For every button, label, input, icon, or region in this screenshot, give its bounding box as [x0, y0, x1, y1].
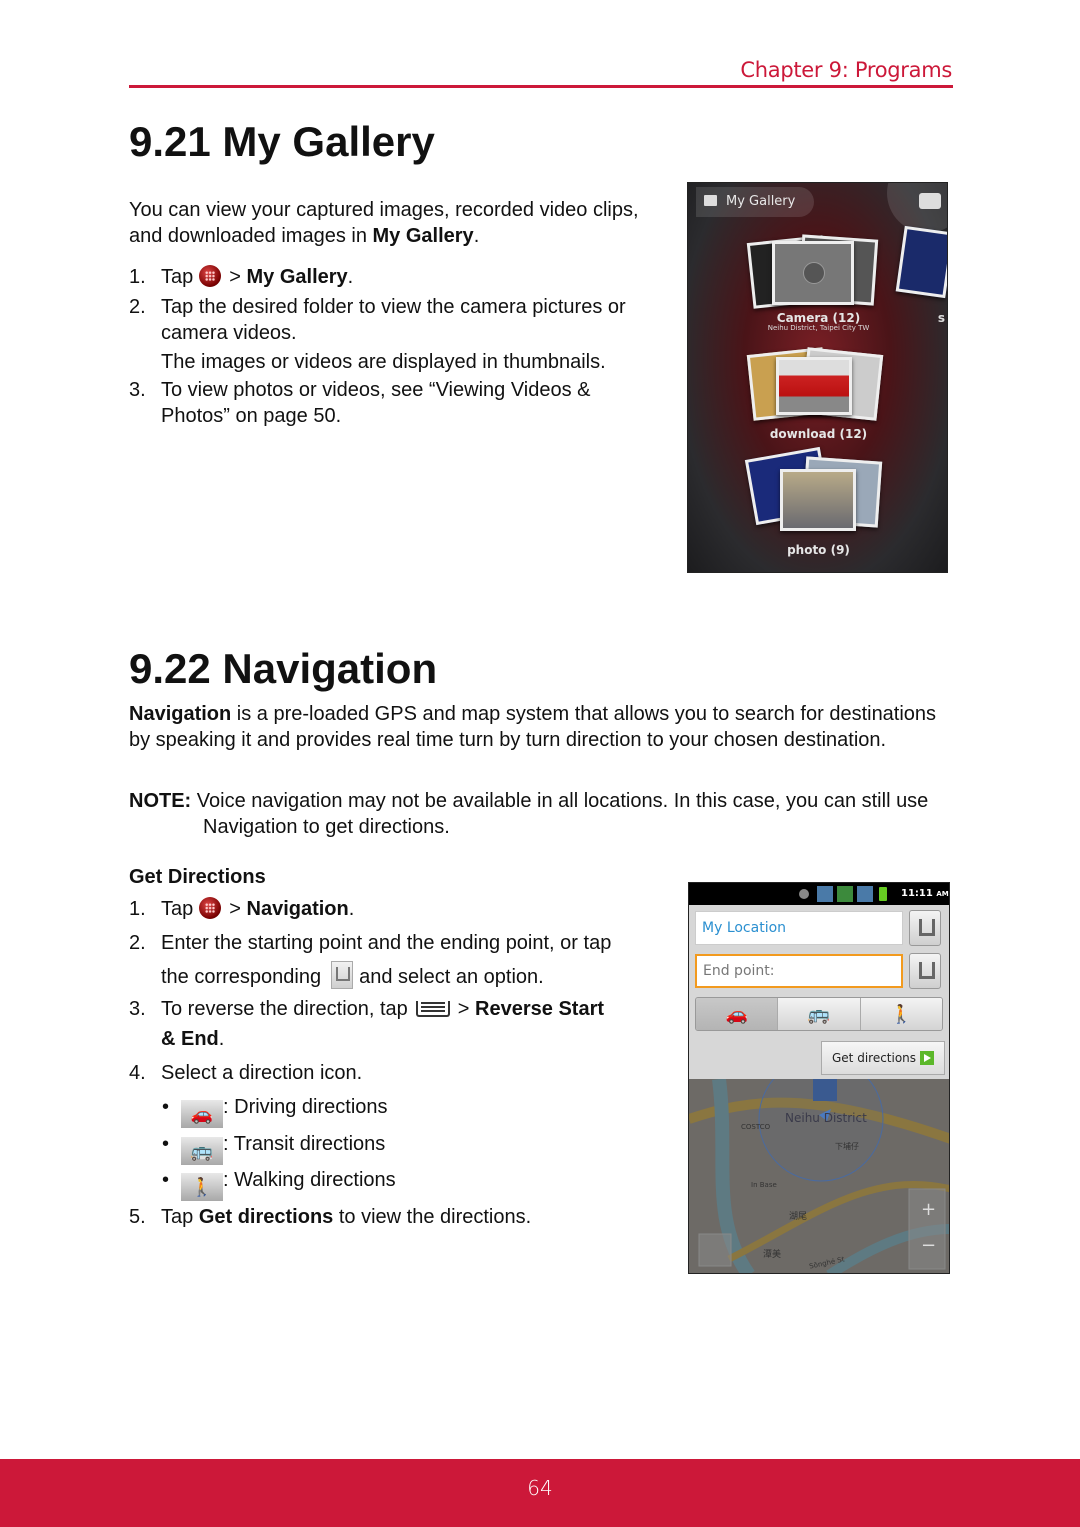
nav-step-1: 1. Tap > Navigation. — [129, 897, 355, 920]
car-icon: 🚗 — [181, 1100, 224, 1128]
navigation-note: NOTE: Voice navigation may not be availa… — [129, 790, 929, 838]
svg-text:−: − — [921, 1235, 936, 1256]
map-graphic: + − — [689, 1079, 949, 1273]
car-icon[interactable]: 🚗 — [696, 998, 779, 1030]
nav-step-5: 5. Tap Get directions to view the direct… — [129, 1206, 532, 1228]
battery-icon — [879, 887, 887, 901]
gallery-intro: You can view your captured images, recor… — [129, 199, 639, 247]
app-drawer-icon — [199, 265, 222, 287]
walk-icon: 🚶 — [181, 1173, 224, 1201]
bus-icon: 🚌 — [181, 1137, 224, 1165]
menu-icon — [415, 1001, 450, 1017]
nav-step-2: 2. Enter the starting point and the endi… — [129, 932, 612, 989]
album-label-photo: photo (9) — [787, 543, 850, 557]
get-directions-heading: Get Directions — [129, 866, 266, 888]
gallery-step-2: 2. Tap the desired folder to view the ca… — [129, 296, 626, 373]
map-view[interactable]: + − Neihu District COSTCO In Base Sōnghé… — [689, 1079, 949, 1273]
svg-text:+: + — [921, 1199, 936, 1220]
gallery-title-bar: My Gallery — [696, 187, 814, 217]
gps-icon — [799, 889, 809, 899]
travel-mode-selector: 🚗 🚌 🚶 — [695, 997, 943, 1031]
signal-icon-2 — [857, 886, 873, 902]
gallery-screenshot: My Gallery Neihu District, Taipei City T… — [687, 182, 948, 573]
start-point-field[interactable]: My Location — [695, 911, 903, 945]
section-title-gallery: 9.21 My Gallery — [129, 118, 435, 165]
album-partial[interactable] — [895, 225, 947, 315]
nav-step-4: 4. Select a direction icon. — [129, 1062, 363, 1084]
start-bookmark-button[interactable] — [909, 910, 941, 946]
data-icon — [837, 886, 853, 902]
arrow-right-icon — [920, 1051, 934, 1065]
get-directions-button[interactable]: Get directions — [821, 1041, 945, 1075]
direction-walking: • 🚶: Walking directions — [162, 1167, 396, 1201]
chapter-header: Chapter 9: Programs — [740, 58, 952, 82]
direction-driving: • 🚗: Driving directions — [162, 1094, 388, 1128]
album-photo[interactable] — [744, 446, 883, 539]
album-camera[interactable] — [746, 231, 879, 321]
section-title-navigation: 9.22 Navigation — [129, 645, 438, 692]
navigation-intro: Navigation is a pre-loaded GPS and map s… — [129, 703, 937, 751]
bird-thumbnail — [780, 469, 856, 531]
album-label-download: download (12) — [769, 427, 868, 441]
bookmark-icon — [331, 961, 354, 989]
play-icon — [803, 262, 825, 284]
album-download[interactable] — [746, 341, 884, 431]
direction-transit: • 🚌: Transit directions — [162, 1131, 385, 1165]
gallery-step-3: 3. To view photos or videos, see “Viewin… — [129, 379, 591, 427]
camera-icon[interactable] — [919, 193, 941, 209]
walk-icon[interactable]: 🚶 — [860, 998, 942, 1030]
status-time: 11:11 AM — [901, 888, 949, 899]
nav-step-3: 3. To reverse the direction, tap > Revers… — [129, 998, 605, 1050]
end-bookmark-button[interactable] — [909, 953, 941, 989]
bus-icon[interactable]: 🚌 — [778, 998, 861, 1030]
gallery-step-1: 1. Tap > My Gallery. — [129, 265, 354, 288]
page-number: 64 — [527, 1476, 553, 1500]
status-bar: 11:11 AM — [689, 883, 949, 905]
car-thumbnail — [776, 357, 852, 415]
header-rule — [129, 85, 953, 88]
end-point-field[interactable]: End point: — [695, 954, 903, 988]
signal-icon — [817, 886, 833, 902]
navigation-screenshot: 11:11 AM My Location End point: 🚗 🚌 🚶 Ge… — [688, 882, 950, 1274]
video-thumbnail — [772, 241, 854, 305]
gallery-icon — [704, 195, 717, 206]
app-drawer-icon — [199, 897, 222, 919]
